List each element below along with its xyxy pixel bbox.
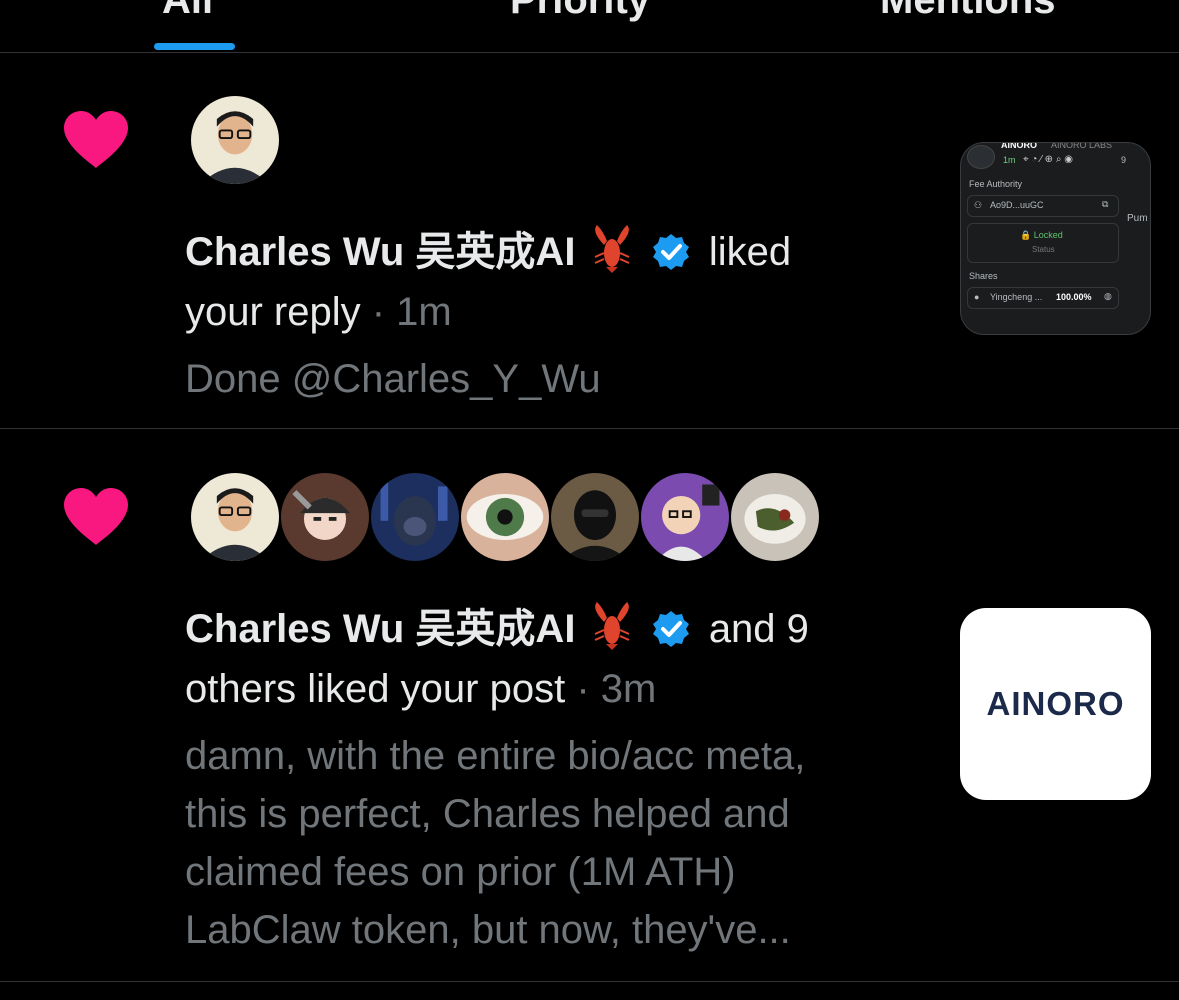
avatar[interactable] bbox=[639, 471, 731, 563]
thumb-brand: AINORO bbox=[1001, 142, 1037, 150]
lobster-icon bbox=[594, 602, 629, 650]
thumb-address-box: ⚇ Ao9D...uuGC ⧉ bbox=[967, 195, 1119, 217]
user-name[interactable]: Charles Wu 吴英成AI bbox=[185, 607, 575, 651]
verified-badge-icon bbox=[652, 611, 689, 647]
timestamp: 3m bbox=[600, 667, 657, 711]
post-text-line: LabClaw token, but now, they've... bbox=[185, 908, 791, 952]
lobster-icon bbox=[594, 225, 629, 273]
notification-subline: your reply · 1m bbox=[185, 290, 452, 334]
verified-badge-icon bbox=[652, 234, 689, 270]
tab-priority[interactable]: Priority bbox=[510, 0, 650, 23]
thumb-status-label: Status bbox=[1032, 245, 1055, 254]
thumb-side-text: Pum bbox=[1127, 213, 1148, 224]
heart-icon bbox=[64, 488, 128, 545]
external-link-icon: ⧉ bbox=[1102, 199, 1109, 209]
post-text-line: damn, with the entire bio/acc meta, bbox=[185, 734, 806, 778]
heart-icon bbox=[64, 111, 128, 168]
active-tab-indicator bbox=[154, 43, 235, 50]
post-media-thumbnail[interactable]: AINORO bbox=[960, 608, 1151, 800]
notification-text[interactable]: damn, with the entire bio/acc meta, this… bbox=[185, 727, 925, 959]
tab-mentions[interactable]: Mentions bbox=[880, 0, 1056, 23]
avatar[interactable] bbox=[279, 471, 371, 563]
thumb-header: AINORO AINORO LABS 1m ⌖ ◔ ⁄ ⊕ ⌕ ◉ 9 bbox=[961, 143, 1150, 171]
reply-media-thumbnail[interactable]: AINORO AINORO LABS 1m ⌖ ◔ ⁄ ⊕ ⌕ ◉ 9 Fee … bbox=[960, 142, 1151, 335]
notification-headline: Charles Wu 吴英成AI and 9 bbox=[185, 599, 809, 659]
thumb-brand-full: AINORO LABS bbox=[1051, 142, 1113, 150]
post-text-line: this is perfect, Charles helped and bbox=[185, 792, 790, 836]
notification-text[interactable]: Done @Charles_Y_Wu bbox=[185, 350, 925, 408]
thumb-views: 9 bbox=[1121, 155, 1127, 165]
avatar[interactable] bbox=[549, 471, 641, 563]
action-text: and 9 bbox=[708, 607, 809, 651]
thumb-status: 🔒 Locked bbox=[1020, 230, 1063, 240]
tab-all[interactable]: All bbox=[162, 0, 213, 23]
action-text-2: your reply bbox=[185, 290, 361, 334]
token-avatar bbox=[967, 145, 995, 169]
thumb-status-box: 🔒 Locked Status bbox=[967, 223, 1119, 263]
post-text-line: claimed fees on prior (1M ATH) bbox=[185, 850, 736, 894]
action-text: liked bbox=[708, 230, 792, 274]
avatar[interactable] bbox=[369, 471, 461, 563]
thumb-section-shares: Shares bbox=[969, 271, 998, 281]
thumb-share: 100.00% bbox=[1056, 292, 1092, 302]
thumb-section-fee: Fee Authority bbox=[969, 179, 1023, 189]
user-name[interactable]: Charles Wu 吴英成AI bbox=[185, 230, 575, 274]
thumb-icon-row: ⌖ ◔ ⁄ ⊕ ⌕ ◉ bbox=[1023, 154, 1073, 165]
thumb-share-box: ● Yingcheng ... 100.00% ◍ bbox=[967, 287, 1119, 309]
holder-avatar-icon: ● bbox=[974, 292, 980, 302]
action-text-2: others liked your post bbox=[185, 667, 566, 711]
notifications-tabs: All Priority Mentions bbox=[0, 0, 1179, 53]
thumb-holder: Yingcheng ... bbox=[990, 292, 1043, 302]
timestamp: 1m bbox=[396, 290, 452, 334]
user-icon: ⚇ bbox=[974, 200, 983, 210]
thumb-age: 1m bbox=[1003, 155, 1016, 165]
github-icon: ◍ bbox=[1104, 291, 1112, 301]
notification-subline: others liked your post · 3m bbox=[185, 667, 657, 711]
avatar[interactable] bbox=[189, 471, 281, 563]
avatar[interactable] bbox=[459, 471, 551, 563]
notification-headline: Charles Wu 吴英成AI liked bbox=[185, 222, 791, 282]
avatar[interactable] bbox=[189, 94, 281, 186]
avatar[interactable] bbox=[729, 471, 821, 563]
thumb-address: Ao9D...uuGC bbox=[990, 200, 1044, 210]
thumb-logo-text: AINORO bbox=[986, 685, 1125, 722]
